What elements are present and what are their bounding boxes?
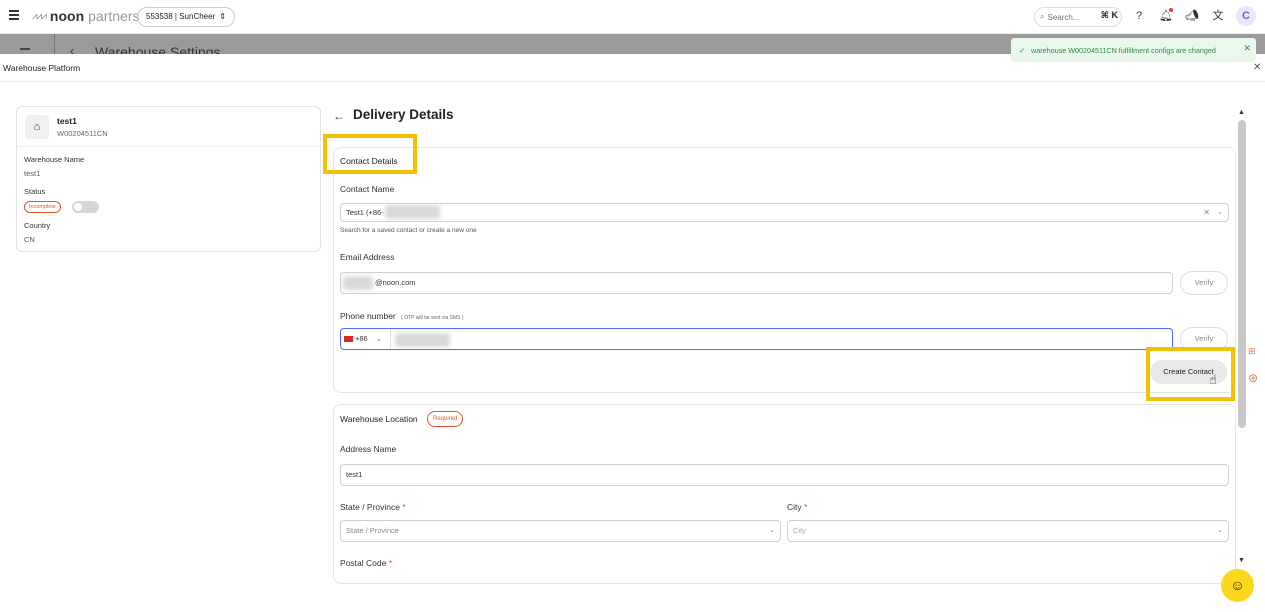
background-page-title: Warehouse Settings [95,44,221,54]
contact-helper-text: Search for a saved contact or create a n… [340,227,477,234]
phone-hint: ( OTP will be sent via SMS ) [401,315,464,321]
scroll-down-icon[interactable]: ▼ [1238,557,1245,564]
state-label: State / Province * [340,502,406,512]
contact-name-label: Contact Name [340,184,395,194]
hand-cursor-icon: ☝ [1209,372,1217,387]
address-name-value: test1 [346,470,363,479]
chat-support-button[interactable]: ☺ [1221,569,1254,602]
background-menu-icon [20,48,30,50]
email-label: Email Address [340,252,395,262]
country-value: CN [24,235,35,244]
top-bar: ⩘⩘⩘ noon partners 553538 | SunCheer ⇕ ⌕ S… [0,0,1265,34]
avatar[interactable]: C [1236,6,1256,26]
warehouse-name-label: Warehouse Name [24,155,85,164]
background-back-icon: ‹ [70,44,74,54]
close-icon[interactable]: ✕ [1253,62,1261,73]
warehouse-icon: ⌂ [25,115,49,139]
toast-close-icon[interactable]: ✕ [1243,43,1251,54]
back-arrow-icon[interactable]: ← [333,109,345,123]
postal-code-label: Postal Code * [340,558,392,568]
country-code-select[interactable]: +86 ⌄ [341,329,391,349]
notification-bell-icon[interactable]: 🔔︎ [1159,8,1173,23]
scroll-up-icon[interactable]: ▲ [1238,109,1245,116]
state-label-text: State / Province [340,502,401,512]
phone-label-text: Phone number [340,311,396,321]
warehouse-card-header: ⌂ test1 W00204511CN [17,107,320,147]
required-badge: Required [427,411,464,427]
country-label: Country [24,221,51,230]
contact-name-value: Test1 (+86- [346,208,384,217]
search-input[interactable]: ⌕ Search... ⌘ K [1034,7,1122,27]
city-label-text: City [787,502,802,512]
warehouse-name: test1 [57,116,77,126]
warehouse-name-value: test1 [24,169,41,178]
noon-logo-mark-icon: ⩘⩘⩘ [32,10,47,22]
side-assistant-icon[interactable]: ⊛ [1248,371,1258,385]
warehouse-location-title: Warehouse Location [340,414,418,424]
account-label: 553538 | SunCheer [146,12,216,21]
scrollbar-thumb[interactable] [1238,120,1246,428]
phone-field[interactable]: +86 ⌄ [340,328,1173,350]
required-mark: * [388,558,392,568]
address-name-field[interactable]: test1 [340,464,1229,486]
warehouse-location-card [333,404,1236,584]
translate-icon[interactable]: 文 [1211,9,1225,23]
required-mark: * [804,502,808,512]
email-value: @noon.com [375,278,416,287]
status-label: Status [24,187,46,196]
postal-code-label-text: Postal Code [340,558,387,568]
search-icon: ⌕ [1040,12,1045,21]
page-title: Delivery Details [353,107,454,122]
city-placeholder: City [793,526,806,535]
menu-icon[interactable] [9,10,19,20]
chevron-down-icon: ⌄ [769,527,775,534]
search-placeholder: Search... [1047,12,1080,22]
required-mark: * [402,502,406,512]
address-name-label: Address Name [340,444,397,454]
state-placeholder: State / Province [346,526,399,535]
side-widget-icon[interactable]: ⊞ [1248,346,1256,357]
account-selector[interactable]: 553538 | SunCheer ⇕ [137,7,235,27]
contact-details-card [333,147,1236,393]
check-icon: ✓ [1019,45,1026,55]
warehouse-code: W00204511CN [57,129,108,138]
noon-partners-logo[interactable]: ⩘⩘⩘ noon partners [32,8,140,24]
redacted-text [395,333,450,347]
divider [54,34,55,54]
brand-partners: partners [88,8,140,24]
redacted-text [343,276,373,290]
warehouse-summary-card: ⌂ test1 W00204511CN Warehouse Name test1… [16,106,321,252]
redacted-text [385,205,440,219]
help-icon[interactable]: ? [1132,9,1146,23]
contact-name-select[interactable]: Test1 (+86- ✕ ⌄ [340,203,1229,222]
toast-message: warehouse W00204511CN fulfillment config… [1031,45,1216,55]
chevron-down-icon: ⌄ [375,336,382,343]
city-select[interactable]: City ⌄ [787,520,1229,542]
platform-title: Warehouse Platform [3,63,81,73]
highlight-box [323,134,417,174]
highlight-box [1146,347,1235,401]
country-code: +86 [355,334,368,343]
chevron-down-icon: ⌄ [1217,527,1223,534]
status-toggle[interactable] [72,201,99,213]
brand-noon: noon [49,8,85,24]
sort-icon: ⇕ [219,12,226,21]
chevron-down-icon[interactable]: ⌄ [1217,204,1223,221]
city-label: City * [787,502,807,512]
shortcut-hint: ⌘ K [1100,10,1118,20]
state-select[interactable]: State / Province ⌄ [340,520,781,542]
megaphone-icon[interactable]: 📣︎ [1185,9,1199,23]
verify-email-button[interactable]: Verify [1180,271,1228,295]
phone-label: Phone number ( OTP will be sent via SMS … [340,311,464,321]
success-toast: ✓ warehouse W00204511CN fulfillment conf… [1011,38,1256,62]
china-flag-icon [344,336,353,343]
email-field[interactable]: @noon.com [340,272,1173,294]
status-badge: Incomplete [24,201,61,213]
clear-icon[interactable]: ✕ [1203,204,1210,221]
